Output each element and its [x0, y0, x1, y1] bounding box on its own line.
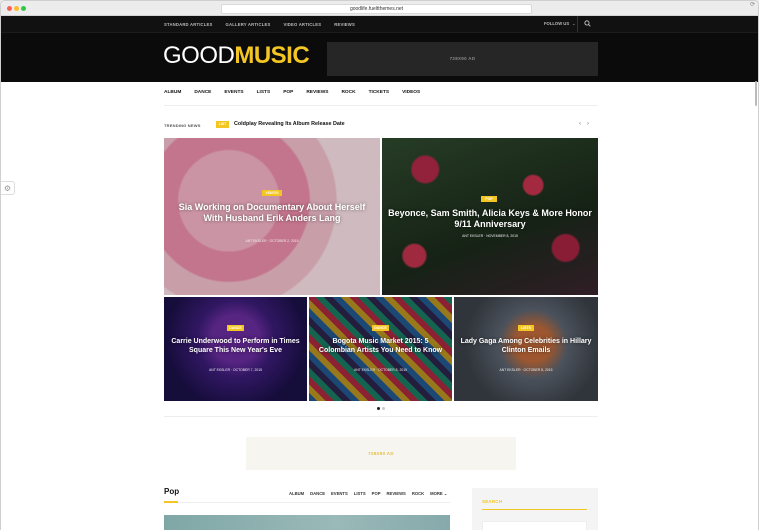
top-nav: STANDARD ARTICLES GALLERY ARTICLES VIDEO… [164, 16, 355, 32]
article-meta: ANT EKSLER · OCTOBER 8, 2015 [499, 368, 553, 372]
minimize-window-button[interactable] [14, 6, 19, 11]
divider [577, 16, 578, 32]
trending-badge: LIST [216, 121, 229, 128]
reload-icon[interactable]: ⟳ [750, 1, 755, 8]
nav-events[interactable]: EVENTS [224, 90, 243, 95]
article-title[interactable]: Lady Gaga Among Celebrities in Hillary C… [460, 337, 592, 355]
article-title[interactable]: Beyonce, Sam Smith, Alicia Keys & More H… [388, 208, 592, 230]
article-title[interactable]: Carrie Underwood to Perform in Times Squ… [170, 337, 301, 355]
logo-good: GOOD [163, 42, 235, 69]
chevron-right-icon[interactable]: › [587, 121, 595, 127]
article-title[interactable]: Bogota Music Market 2015: 5 Colombian Ar… [315, 337, 446, 355]
chevron-down-icon: ⌄ [443, 491, 448, 496]
top-nav-gallery-articles[interactable]: GALLERY ARTICLES [226, 22, 271, 27]
nav-reviews[interactable]: REVIEWS [306, 90, 328, 95]
sidebar-search-title: SEARCH [482, 499, 503, 504]
article-image[interactable] [164, 515, 450, 530]
featured-article[interactable]: POP Beyonce, Sam Smith, Alicia Keys & Mo… [382, 138, 598, 295]
top-bar: STANDARD ARTICLES GALLERY ARTICLES VIDEO… [1, 16, 758, 32]
category-badge[interactable]: DANCE [227, 325, 244, 331]
slider-pagination [377, 407, 385, 410]
browser-window: goodlife.fueltthemes.net ⟳ STANDARD ARTI… [1, 1, 758, 530]
category-badge[interactable]: LISTS [518, 325, 534, 331]
filter-dance[interactable]: DANCE [310, 491, 325, 496]
section-filter-nav: ALBUM DANCE EVENTS LISTS POP REVIEWS ROC… [289, 491, 447, 496]
featured-article[interactable]: DANCE Bogota Music Market 2015: 5 Colomb… [309, 297, 452, 401]
nav-pop[interactable]: POP [283, 90, 293, 95]
gear-icon[interactable]: ⚙ [1, 181, 15, 195]
filter-more-label: MORE [430, 491, 443, 496]
category-badge[interactable]: DANCE [372, 325, 389, 331]
follow-us-label: FOLLOW US [544, 21, 570, 26]
sidebar-search-input[interactable] [482, 521, 587, 530]
filter-album[interactable]: ALBUM [289, 491, 304, 496]
top-nav-video-articles[interactable]: VIDEO ARTICLES [283, 22, 321, 27]
search-icon[interactable] [584, 20, 591, 27]
category-badge[interactable]: POP [481, 196, 497, 202]
address-bar[interactable]: goodlife.fueltthemes.net [221, 4, 532, 14]
top-nav-standard-articles[interactable]: STANDARD ARTICLES [164, 22, 213, 27]
divider [164, 416, 598, 417]
filter-lists[interactable]: LISTS [354, 491, 366, 496]
nav-tickets[interactable]: TICKETS [369, 90, 390, 95]
trending-label: TRENDING NEWS [164, 123, 201, 128]
nav-videos[interactable]: VIDEOS [402, 90, 420, 95]
browser-toolbar: goodlife.fueltthemes.net ⟳ [1, 1, 758, 16]
logo-music: MUSIC [234, 42, 310, 69]
featured-article[interactable]: LISTS Lady Gaga Among Celebrities in Hil… [454, 297, 598, 401]
article-meta: ANT EKSLER · OCTOBER 2, 2015 [245, 239, 299, 243]
scrollbar[interactable] [755, 81, 757, 106]
section-title: Pop [164, 487, 180, 496]
main-nav: ALBUM DANCE EVENTS LISTS POP REVIEWS ROC… [164, 90, 420, 95]
nav-rock[interactable]: ROCK [341, 90, 355, 95]
featured-article[interactable]: DANCE Carrie Underwood to Perform in Tim… [164, 297, 307, 401]
content-ad[interactable]: 728X90 AD [246, 437, 516, 470]
nav-dance[interactable]: DANCE [194, 90, 211, 95]
chevron-down-icon: ⌄ [572, 21, 576, 26]
site-header: GOODMUSIC 728X90 AD [1, 32, 758, 82]
filter-reviews[interactable]: REVIEWS [387, 491, 406, 496]
header-ad[interactable]: 728X90 AD [327, 42, 598, 76]
close-window-button[interactable] [7, 6, 12, 11]
divider [482, 509, 587, 510]
article-meta: ANT EKSLER · OCTOBER 7, 2015 [208, 368, 262, 372]
top-nav-reviews[interactable]: REVIEWS [334, 22, 355, 27]
article-title[interactable]: Sia Working on Documentary About Herself… [170, 202, 374, 224]
filter-more[interactable]: MORE ⌄ [430, 491, 447, 496]
divider [164, 105, 598, 106]
trending-headline[interactable]: Coldplay Revealing Its Album Release Dat… [234, 121, 345, 128]
category-badge[interactable]: VIDEOS [262, 190, 282, 196]
filter-events[interactable]: EVENTS [331, 491, 348, 496]
follow-us-dropdown[interactable]: FOLLOW US ⌄ [544, 16, 576, 32]
section-title-underline [164, 501, 178, 503]
divider [164, 502, 450, 503]
trending-arrows: ‹› [579, 121, 595, 127]
zoom-window-button[interactable] [21, 6, 26, 11]
article-meta: ANT EKSLER · OCTOBER 8, 2015 [353, 368, 407, 372]
slider-dot[interactable] [382, 407, 385, 410]
article-meta: ANT EKSLER · NOVEMBER 8, 2015 [462, 234, 518, 238]
nav-lists[interactable]: LISTS [257, 90, 271, 95]
site-logo[interactable]: GOODMUSIC [163, 42, 310, 69]
filter-pop[interactable]: POP [372, 491, 381, 496]
chevron-left-icon[interactable]: ‹ [579, 121, 587, 127]
filter-rock[interactable]: ROCK [412, 491, 424, 496]
slider-dot[interactable] [377, 407, 380, 410]
nav-album[interactable]: ALBUM [164, 90, 181, 95]
featured-article[interactable]: VIDEOS Sia Working on Documentary About … [164, 138, 380, 295]
